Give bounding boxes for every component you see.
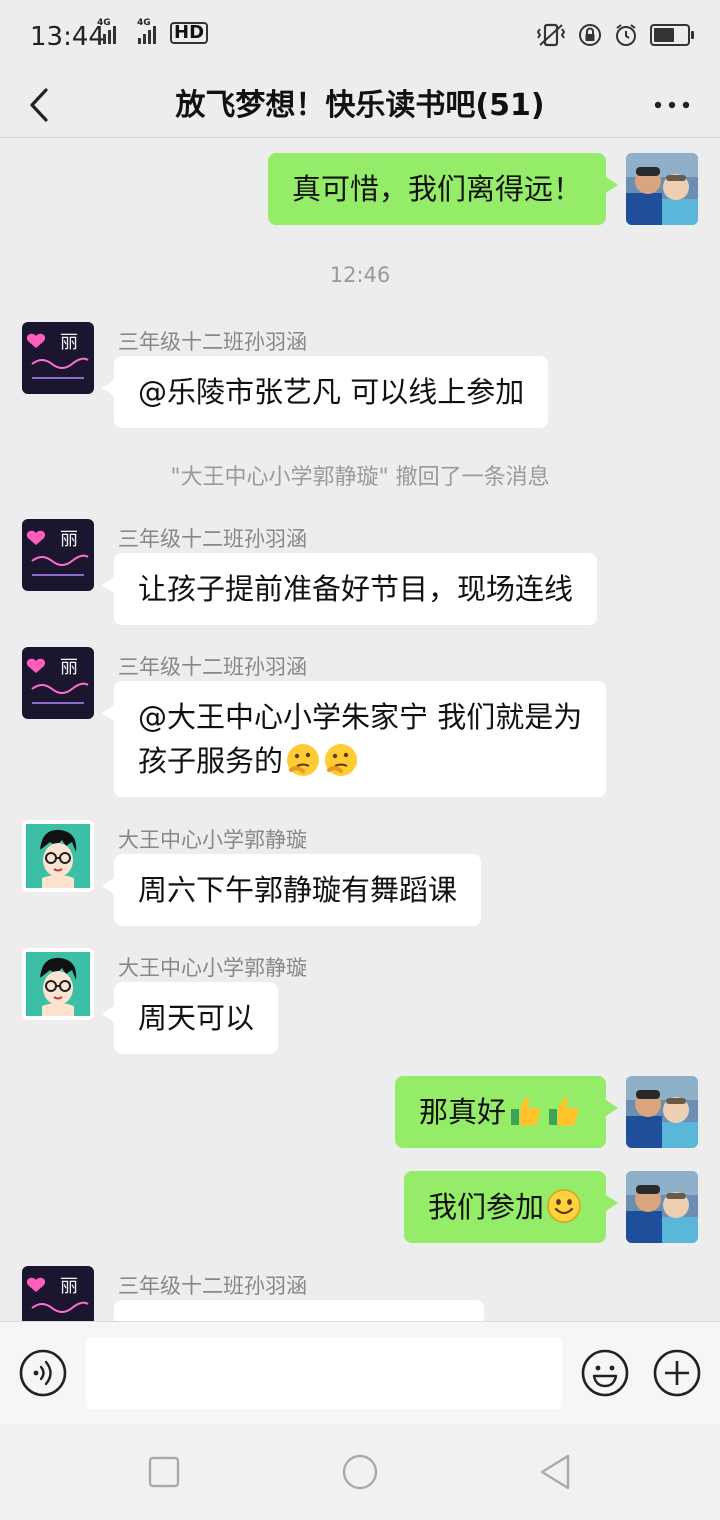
- kids-photo-icon: [626, 1076, 698, 1148]
- chat-header: 放飞梦想！快乐读书吧(51): [0, 72, 720, 138]
- message-text: 那真好: [418, 1095, 506, 1129]
- message-bubble[interactable]: [114, 1300, 484, 1321]
- signal-icon: 4G: [137, 18, 156, 44]
- message-row: 真可惜，我们离得远！: [0, 153, 720, 229]
- avatar-cartoon-boy[interactable]: [22, 948, 94, 1020]
- thumbs-up-emoji-icon: [511, 1097, 541, 1126]
- message-input[interactable]: [86, 1337, 562, 1409]
- sender-name: 三年级十二班孙羽涵: [118, 655, 307, 679]
- alarm-icon: [616, 24, 636, 46]
- sender-name: 三年级十二班孙羽涵: [118, 527, 307, 551]
- system-nav-bar: [0, 1424, 720, 1520]
- svg-text:丽: 丽: [60, 657, 78, 678]
- message-bubble[interactable]: 让孩子提前准备好节目，现场连线: [101, 553, 598, 625]
- sender-name: 三年级十二班孙羽涵: [118, 330, 307, 354]
- avatar-neon-heart[interactable]: 丽: [22, 647, 94, 719]
- cartoon-boy-icon: [22, 820, 94, 892]
- message-row: 丽 三年级十二班孙羽涵 @乐陵市张艺凡 可以线上参加: [0, 322, 720, 432]
- message-row: 丽 三年级十二班孙羽涵 让孩子提前准备好节目，现场连线: [0, 519, 720, 629]
- avatar-neon-heart[interactable]: 丽: [22, 322, 94, 394]
- message-text: 周天可以: [138, 1001, 255, 1035]
- svg-text:丽: 丽: [60, 529, 78, 550]
- neon-heart-icon: 丽: [22, 322, 94, 394]
- avatar-kids-photo[interactable]: [626, 1171, 698, 1243]
- network-indicators: 4G 4G HD: [97, 18, 209, 44]
- thumbs-up-emoji-icon: [549, 1097, 579, 1126]
- hd-indicator: HD: [170, 22, 209, 44]
- thinking-emoji-icon: [325, 744, 358, 776]
- input-bar: [0, 1321, 720, 1424]
- avatar-neon-heart[interactable]: 丽: [22, 519, 94, 591]
- kids-photo-icon: [626, 153, 698, 225]
- message-row: 那真好: [0, 1076, 720, 1152]
- emoji-icon[interactable]: [580, 1348, 630, 1398]
- message-text: @大王中心小学朱家宁 我们就是为: [138, 700, 583, 734]
- message-text: 我们参加: [427, 1190, 544, 1224]
- message-bubble[interactable]: @大王中心小学朱家宁 我们就是为 孩子服务的: [101, 681, 607, 797]
- sender-name: 大王中心小学郭静璇: [118, 828, 307, 852]
- avatar-kids-photo[interactable]: [626, 1076, 698, 1148]
- neon-heart-icon: 丽: [22, 647, 94, 719]
- kids-photo-icon: [626, 1171, 698, 1243]
- svg-text:丽: 丽: [60, 1276, 78, 1297]
- message-text: @乐陵市张艺凡 可以线上参加: [138, 375, 525, 409]
- more-dots-icon[interactable]: [652, 92, 692, 118]
- signal-icon: 4G: [97, 18, 116, 44]
- message-row: 大王中心小学郭静璇 周天可以: [0, 948, 720, 1058]
- message-text: 周六下午郭静璇有舞蹈课: [138, 873, 458, 907]
- status-icons: [536, 22, 694, 48]
- message-row: 丽 三年级十二班孙羽涵: [0, 1266, 720, 1321]
- neon-heart-icon: 丽: [22, 1266, 94, 1321]
- avatar-kids-photo[interactable]: [626, 153, 698, 225]
- message-text: 真可惜，我们离得远！: [291, 172, 582, 206]
- chat-title: 放飞梦想！快乐读书吧(51): [175, 88, 545, 123]
- recall-notice: "大王中心小学郭静璇" 撤回了一条消息: [170, 465, 550, 490]
- voice-icon[interactable]: [18, 1348, 68, 1398]
- nav-back-icon[interactable]: [534, 1450, 578, 1494]
- message-bubble[interactable]: 我们参加: [403, 1171, 619, 1243]
- status-bar: 13:44 4G 4G HD: [0, 0, 720, 72]
- message-list[interactable]: 真可惜，我们离得远！ 12:46 丽 三年级十二班孙羽涵 @乐陵市张艺凡 可以线…: [0, 139, 720, 1321]
- battery-icon: [650, 24, 694, 46]
- sender-name: 大王中心小学郭静璇: [118, 956, 307, 980]
- svg-text:丽: 丽: [60, 332, 78, 353]
- message-bubble[interactable]: 周天可以: [101, 982, 279, 1054]
- status-time: 13:44: [30, 22, 105, 52]
- message-text-line2: 孩子服务的: [138, 739, 582, 783]
- avatar-neon-heart[interactable]: 丽: [22, 1266, 94, 1321]
- smile-emoji-icon: [547, 1189, 581, 1223]
- rotation-lock-icon: [579, 24, 601, 46]
- neon-heart-icon: 丽: [22, 519, 94, 591]
- recent-apps-icon[interactable]: [142, 1450, 186, 1494]
- message-bubble[interactable]: 那真好: [394, 1076, 619, 1148]
- home-icon[interactable]: [338, 1450, 382, 1494]
- cartoon-boy-icon: [22, 948, 94, 1020]
- message-row: 丽 三年级十二班孙羽涵 @大王中心小学朱家宁 我们就是为 孩子服务的: [0, 647, 720, 802]
- timestamp: 12:46: [329, 263, 391, 287]
- message-row: 我们参加: [0, 1171, 720, 1247]
- message-row: 大王中心小学郭静璇 周六下午郭静璇有舞蹈课: [0, 820, 720, 930]
- sender-name: 三年级十二班孙羽涵: [118, 1274, 307, 1298]
- thinking-emoji-icon: [287, 744, 320, 776]
- message-bubble[interactable]: @乐陵市张艺凡 可以线上参加: [101, 356, 549, 428]
- plus-icon[interactable]: [652, 1348, 702, 1398]
- vibrate-icon: [536, 23, 566, 47]
- message-bubble[interactable]: 真可惜，我们离得远！: [267, 153, 619, 225]
- message-bubble[interactable]: 周六下午郭静璇有舞蹈课: [101, 854, 482, 926]
- avatar-cartoon-boy[interactable]: [22, 820, 94, 892]
- message-text: 让孩子提前准备好节目，现场连线: [138, 572, 574, 606]
